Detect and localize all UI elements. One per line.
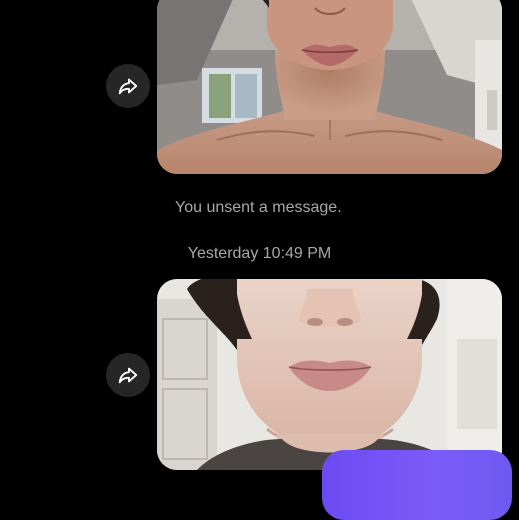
message-timestamp: Yesterday 10:49 PM — [187, 245, 332, 262]
unsent-message-note: You unsent a message. — [175, 199, 342, 216]
share-arrow-icon — [117, 364, 139, 386]
photo-message-2[interactable] — [157, 279, 502, 470]
share-arrow-icon — [117, 75, 139, 97]
share-button-1[interactable] — [106, 64, 150, 108]
photo-message-1[interactable] — [157, 0, 502, 174]
outgoing-message-bubble[interactable] — [322, 450, 512, 520]
share-button-2[interactable] — [106, 353, 150, 397]
